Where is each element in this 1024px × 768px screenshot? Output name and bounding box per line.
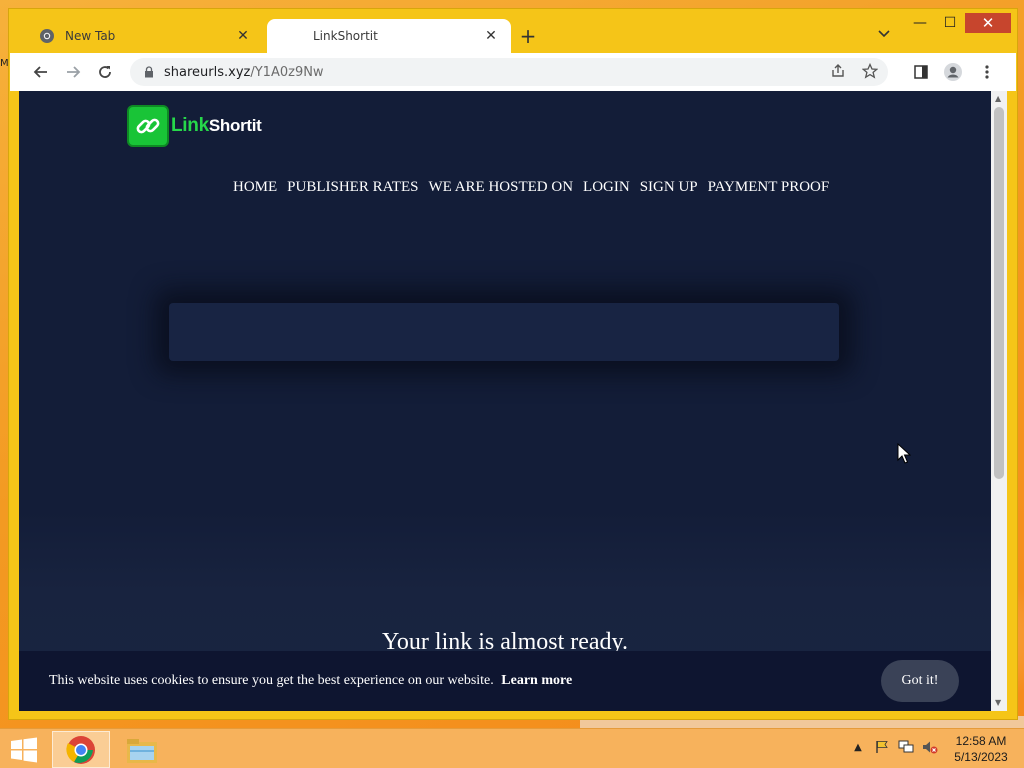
tray-expand-arrow-icon[interactable]: ▲: [850, 739, 866, 755]
site-logo[interactable]: LinkShortit: [127, 103, 262, 149]
chrome-icon: [39, 28, 55, 44]
tab-close-icon[interactable]: ✕: [235, 28, 251, 44]
window-maximize-button[interactable]: ☐: [935, 13, 965, 33]
tab-close-icon[interactable]: ✕: [483, 28, 499, 44]
forward-icon[interactable]: [60, 59, 86, 85]
share-icon[interactable]: [830, 63, 848, 81]
nav-payment-proof[interactable]: PAYMENT PROOF: [708, 179, 830, 196]
page-scrollbar[interactable]: ▲ ▼: [991, 91, 1007, 711]
clock-date: 5/13/2023: [954, 750, 1008, 764]
window-minimize-button[interactable]: —: [905, 13, 935, 33]
tab-strip: New Tab ✕ LinkShortit ✕ + — ☐ ✕: [9, 9, 1017, 53]
nav-home[interactable]: HOME: [233, 179, 277, 196]
logo-text-link: Link: [171, 115, 209, 136]
taskbar-chrome-button[interactable]: [52, 731, 110, 768]
address-bar[interactable]: shareurls.xyz/Y1A0z9Nw: [130, 58, 888, 86]
main-nav: HOME PUBLISHER RATES WE ARE HOSTED ON LO…: [233, 179, 829, 196]
kebab-menu-icon[interactable]: [974, 59, 1000, 85]
chain-link-icon: [127, 105, 169, 147]
scrollbar-thumb[interactable]: [994, 107, 1004, 479]
ad-placeholder-box: [169, 303, 839, 361]
side-panel-icon[interactable]: [908, 59, 934, 85]
system-clock[interactable]: 12:58 AM 5/13/2023: [948, 733, 1014, 765]
nav-we-are-hosted-on[interactable]: WE ARE HOSTED ON: [428, 179, 573, 196]
new-tab-button[interactable]: +: [517, 25, 539, 47]
cookie-message: This website uses cookies to ensure you …: [49, 673, 572, 689]
chrome-icon: [66, 735, 95, 764]
mouse-cursor-icon: [897, 443, 911, 464]
logo-wordmark: LinkShortit: [171, 115, 262, 137]
profile-avatar-icon[interactable]: [940, 59, 966, 85]
tab-linkshortit[interactable]: LinkShortit ✕: [267, 19, 511, 53]
cookie-banner: This website uses cookies to ensure you …: [19, 651, 991, 711]
page-viewport: LinkShortit HOME PUBLISHER RATES WE ARE …: [19, 91, 991, 711]
learn-more-link[interactable]: Learn more: [501, 673, 572, 688]
blank-favicon-icon: [287, 28, 303, 44]
tab-title: New Tab: [65, 29, 116, 43]
windows-start-icon[interactable]: [10, 737, 38, 763]
browser-toolbar: shareurls.xyz/Y1A0z9Nw: [10, 53, 1016, 91]
browser-window: New Tab ✕ LinkShortit ✕ + — ☐ ✕ shareurl…: [8, 8, 1018, 720]
scroll-down-arrow-icon[interactable]: ▼: [995, 699, 1003, 707]
tab-title: LinkShortit: [313, 29, 378, 43]
tab-new-tab[interactable]: New Tab ✕: [19, 19, 263, 53]
reload-icon[interactable]: [92, 59, 118, 85]
nav-login[interactable]: LOGIN: [583, 179, 630, 196]
scroll-up-arrow-icon[interactable]: ▲: [995, 95, 1003, 103]
action-center-flag-icon[interactable]: [874, 739, 890, 755]
file-explorer-icon: [127, 738, 157, 763]
back-icon[interactable]: [28, 59, 54, 85]
url-path: /Y1A0z9Nw: [250, 64, 324, 80]
clock-time: 12:58 AM: [955, 734, 1007, 748]
network-icon[interactable]: [898, 739, 914, 755]
nav-publisher-rates[interactable]: PUBLISHER RATES: [287, 179, 418, 196]
volume-muted-icon[interactable]: [922, 739, 938, 755]
tab-search-chevron-icon[interactable]: [877, 27, 893, 43]
bookmark-star-icon[interactable]: [861, 62, 880, 81]
got-it-button[interactable]: Got it!: [881, 660, 959, 702]
taskbar: ▲ 12:58 AM 5/13/2023: [0, 728, 1024, 768]
taskbar-file-explorer-button[interactable]: [113, 731, 171, 768]
window-close-button[interactable]: ✕: [965, 13, 1011, 33]
lock-icon[interactable]: [144, 66, 154, 78]
nav-sign-up[interactable]: SIGN UP: [640, 179, 698, 196]
url-host: shareurls.xyz: [164, 64, 251, 80]
cookie-message-text: This website uses cookies to ensure you …: [49, 673, 494, 688]
logo-text-shortit: Shortit: [208, 116, 262, 135]
